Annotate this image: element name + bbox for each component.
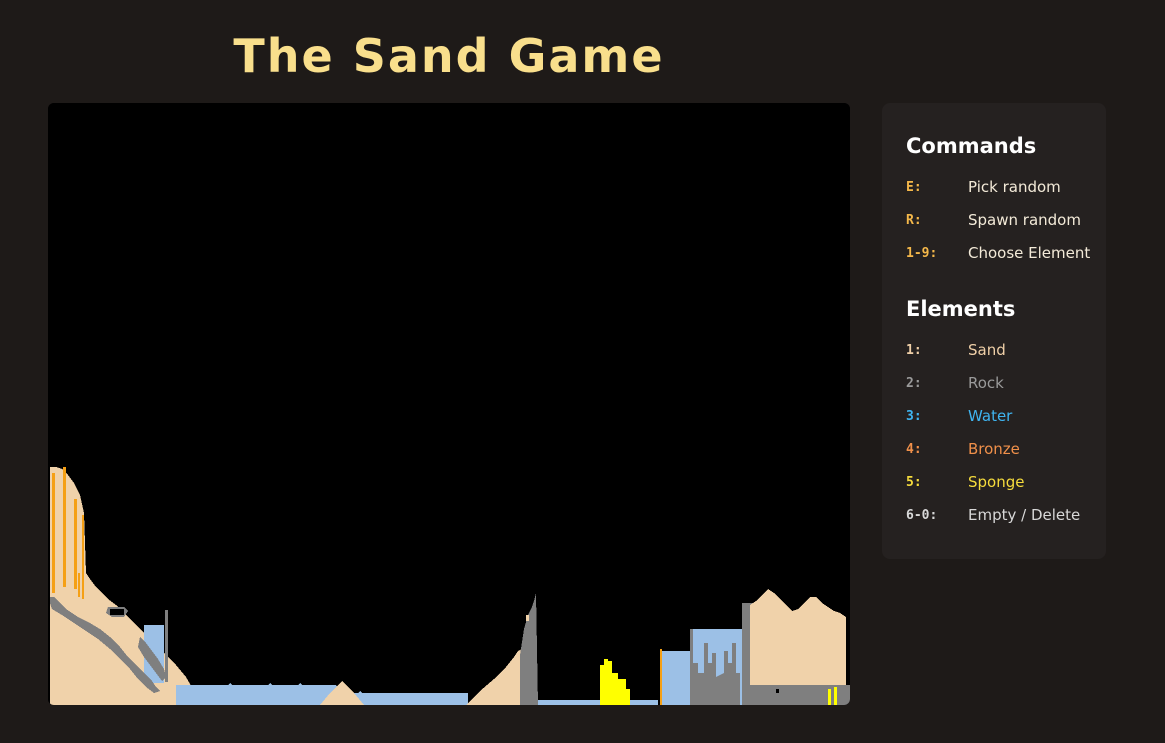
command-label: Spawn random (968, 211, 1081, 229)
element-label: Rock (968, 374, 1004, 392)
element-key: 6-0: (906, 508, 938, 523)
element-label: Bronze (968, 440, 1020, 458)
element-label: Sponge (968, 473, 1025, 491)
sponge-bit-2 (834, 687, 837, 705)
element-key: 2: (906, 376, 922, 391)
sponge-bit-1 (828, 689, 831, 705)
command-row: R: Spawn random (906, 211, 1106, 231)
command-label: Choose Element (968, 244, 1091, 262)
dark-cavity (110, 609, 124, 615)
bronze-streak-3 (74, 499, 77, 589)
element-label: Water (968, 407, 1013, 425)
bronze-streak-1 (52, 473, 55, 593)
element-label: Empty / Delete (968, 506, 1081, 524)
water-block-right (662, 651, 690, 705)
rock-speck-1 (776, 689, 779, 693)
command-key: 1-9: (906, 246, 938, 261)
command-key: R: (906, 213, 922, 228)
bronze-streak-2 (63, 467, 66, 587)
command-key: E: (906, 180, 922, 195)
commands-heading: Commands (906, 134, 1037, 158)
element-label: Sand (968, 341, 1006, 359)
water-strip (538, 700, 658, 705)
element-key: 5: (906, 475, 922, 490)
game-title: The Sand Game (233, 29, 665, 83)
command-label: Pick random (968, 178, 1061, 196)
command-row: E: Pick random (906, 178, 1106, 198)
help-panel: Commands E: Pick random R: Spawn random … (882, 103, 1106, 559)
rock-pillar-left (165, 610, 168, 682)
element-row-bronze[interactable]: 4: Bronze (906, 440, 1106, 460)
element-row-rock[interactable]: 2: Rock (906, 374, 1106, 394)
element-row-water[interactable]: 3: Water (906, 407, 1106, 427)
element-key: 3: (906, 409, 922, 424)
element-key: 4: (906, 442, 922, 457)
bronze-streak-5 (82, 515, 84, 599)
element-key: 1: (906, 343, 922, 358)
command-row: 1-9: Choose Element (906, 244, 1106, 264)
game-canvas[interactable] (48, 103, 850, 705)
element-row-empty[interactable]: 6-0: Empty / Delete (906, 506, 1106, 526)
bronze-pole (660, 649, 662, 705)
element-row-sponge[interactable]: 5: Sponge (906, 473, 1106, 493)
canvas-background (48, 103, 850, 705)
element-row-sand[interactable]: 1: Sand (906, 341, 1106, 361)
elements-heading: Elements (906, 297, 1016, 321)
sand-speck (526, 615, 529, 621)
bronze-streak-4 (78, 573, 80, 597)
rock-floor-right (742, 685, 850, 705)
